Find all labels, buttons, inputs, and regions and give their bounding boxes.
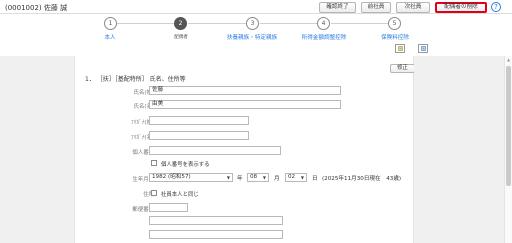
birth-year-select[interactable]: 1982 (昭和57) ▼ — [149, 173, 233, 182]
kana-last-field[interactable] — [149, 116, 249, 125]
confirm-done-button[interactable]: 確認終了 — [319, 2, 356, 13]
step-5-circle[interactable]: 5 — [388, 17, 401, 30]
birth-label: 生年月日 — [132, 177, 154, 183]
vertical-scrollbar[interactable]: ▲ — [504, 56, 512, 243]
age-note: (2025年11月30日現在 43歳) — [322, 176, 402, 182]
step-2-label: 配偶者 — [174, 35, 188, 40]
step-3-circle[interactable]: 3 — [246, 17, 259, 30]
last-name-label: 氏名(姓) — [133, 90, 154, 96]
birth-month-value: 08 — [250, 174, 258, 180]
address-line-2-field[interactable] — [149, 230, 283, 239]
right-margin — [414, 56, 504, 243]
help-icon[interactable]: ? — [491, 2, 501, 12]
postal-label: 郵便番号 — [132, 207, 154, 213]
address-label: 住所 — [143, 192, 154, 198]
document-icon[interactable] — [418, 44, 428, 53]
step-connector — [188, 23, 246, 24]
month-unit: 月 — [274, 176, 280, 182]
birth-day-value: 02 — [288, 174, 296, 180]
step-4-circle[interactable]: 4 — [317, 17, 330, 30]
last-name-field[interactable]: 佐藤 — [149, 86, 341, 95]
scroll-up-icon[interactable]: ▲ — [506, 57, 511, 63]
first-name-label: 氏名(名) — [133, 104, 154, 110]
step-4-label[interactable]: 所得金額調整控除 — [302, 33, 347, 41]
postal-field[interactable] — [149, 203, 188, 212]
kana-first-field[interactable] — [149, 131, 249, 140]
my-number-field[interactable] — [149, 146, 281, 155]
delete-spouse-button[interactable]: 配偶者の削除 — [435, 2, 487, 13]
chevron-down-icon: ▼ — [300, 175, 304, 180]
same-as-self-label[interactable]: 社員本人と同じ — [161, 190, 199, 198]
step-connector — [331, 23, 388, 24]
show-my-number-checkbox[interactable] — [151, 160, 157, 166]
step-progress: 1 2 3 4 5 本人 配偶者 扶養親族・特定親族 所得金額調整控除 保険料控… — [0, 14, 512, 56]
next-employee-button[interactable]: 次社員 — [396, 2, 430, 13]
birth-month-select[interactable]: 08 ▼ — [247, 173, 269, 182]
scroll-thumb[interactable] — [506, 66, 511, 186]
step-1-label[interactable]: 本人 — [104, 33, 115, 41]
chevron-down-icon: ▼ — [262, 175, 266, 180]
address-line-1-field[interactable] — [149, 216, 283, 225]
show-my-number-label[interactable]: 個人番号を表示する — [161, 160, 210, 168]
kana-last-label: ﾌﾘｶﾞﾅ(姓) — [130, 120, 154, 126]
birth-year-value: 1982 (昭和57) — [152, 174, 191, 180]
step-5-label[interactable]: 保険料控除 — [381, 33, 409, 41]
prev-employee-button[interactable]: 前社員 — [361, 2, 391, 13]
form-card: 修正 1． ［扶］［基配特所］ 氏名、住所等 氏名(姓) 佐藤 氏名(名) 由美… — [74, 56, 415, 243]
birth-day-select[interactable]: 02 ▼ — [285, 173, 307, 182]
step-1-circle[interactable]: 1 — [104, 17, 117, 30]
step-connector — [260, 23, 317, 24]
step-connector — [117, 23, 174, 24]
employee-name: (0001002) 佐藤 誠 — [5, 4, 68, 12]
same-as-self-checkbox[interactable] — [151, 190, 157, 196]
memo-icon[interactable] — [395, 44, 405, 53]
chevron-down-icon: ▼ — [226, 175, 230, 180]
section-title: 1． ［扶］［基配特所］ 氏名、住所等 — [85, 76, 186, 83]
edit-button[interactable]: 修正 — [390, 64, 415, 73]
year-unit: 年 — [237, 176, 243, 182]
day-unit: 日 — [312, 176, 318, 182]
step-3-label[interactable]: 扶養親族・特定親族 — [227, 33, 277, 41]
first-name-field[interactable]: 由美 — [149, 100, 341, 109]
top-bar: (0001002) 佐藤 誠 確認終了 前社員 次社員 配偶者の削除 ? — [0, 0, 512, 14]
my-number-label: 個人番号 — [132, 150, 154, 156]
step-2-circle: 2 — [174, 17, 187, 30]
kana-first-label: ﾌﾘｶﾞﾅ(名) — [130, 135, 154, 141]
